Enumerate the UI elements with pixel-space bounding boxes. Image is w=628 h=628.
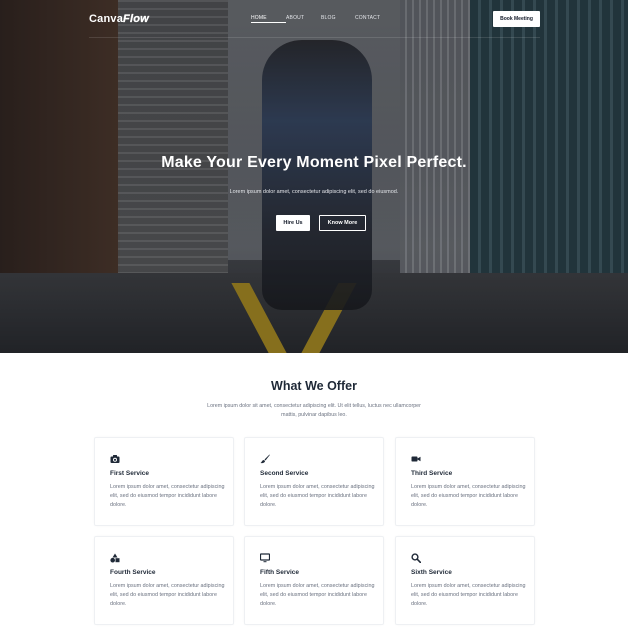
service-description: Lorem ipsum dolor amet, consectetur adip… bbox=[411, 484, 526, 508]
brand-name-main: Canva bbox=[89, 13, 124, 25]
service-title: Second Service bbox=[260, 470, 309, 477]
nav-link-blog[interactable]: BLOG bbox=[321, 15, 355, 23]
service-card-fourth[interactable]: Fourth Service Lorem ipsum dolor amet, c… bbox=[94, 536, 234, 625]
know-more-button[interactable]: Know More bbox=[319, 215, 366, 231]
service-card-third[interactable]: Third Service Lorem ipsum dolor amet, co… bbox=[395, 437, 535, 526]
offer-section-description: Lorem ipsum dolor sit amet, consectetur … bbox=[207, 403, 421, 418]
hero-section: CanvaFlow HOME ABOUT BLOG CONTACT Book M… bbox=[0, 0, 628, 353]
hero-overlay bbox=[0, 0, 628, 353]
camera-icon bbox=[110, 455, 120, 463]
service-description: Lorem ipsum dolor amet, consectetur adip… bbox=[260, 583, 375, 607]
main-menu: HOME ABOUT BLOG CONTACT bbox=[251, 15, 395, 23]
nav-link-about[interactable]: ABOUT bbox=[286, 15, 321, 23]
video-icon bbox=[411, 456, 421, 462]
service-card-first[interactable]: First Service Lorem ipsum dolor amet, co… bbox=[94, 437, 234, 526]
service-card-sixth[interactable]: Sixth Service Lorem ipsum dolor amet, co… bbox=[395, 536, 535, 625]
service-description: Lorem ipsum dolor amet, consectetur adip… bbox=[411, 583, 526, 607]
brand-name-accent: Flow bbox=[123, 13, 149, 25]
top-navbar: CanvaFlow HOME ABOUT BLOG CONTACT Book M… bbox=[0, 0, 628, 38]
service-card-fifth[interactable]: Fifth Service Lorem ipsum dolor amet, co… bbox=[244, 536, 384, 625]
hero-subtitle: Lorem ipsum dolor amet, consectetur adip… bbox=[229, 189, 399, 195]
book-meeting-button[interactable]: Book Meeting bbox=[493, 11, 540, 27]
service-description: Lorem ipsum dolor amet, consectetur adip… bbox=[110, 484, 225, 508]
monitor-icon bbox=[260, 553, 270, 563]
hero-buttons: Hire Us Know More bbox=[276, 215, 366, 231]
nav-link-home[interactable]: HOME bbox=[251, 15, 286, 23]
brand-logo[interactable]: CanvaFlow bbox=[89, 13, 149, 25]
service-description: Lorem ipsum dolor amet, consectetur adip… bbox=[260, 484, 375, 508]
service-title: First Service bbox=[110, 470, 150, 477]
brush-icon bbox=[260, 454, 270, 464]
service-title: Third Service bbox=[411, 470, 453, 477]
service-description: Lorem ipsum dolor amet, consectetur adip… bbox=[110, 583, 225, 607]
offer-section-title: What We Offer bbox=[271, 379, 357, 393]
nav-link-contact[interactable]: CONTACT bbox=[355, 15, 395, 23]
hire-us-button[interactable]: Hire Us bbox=[276, 215, 310, 231]
service-title: Fifth Service bbox=[260, 569, 300, 576]
shapes-icon bbox=[110, 553, 120, 563]
service-title: Fourth Service bbox=[110, 569, 156, 576]
hero-title: Make Your Every Moment Pixel Perfect. bbox=[161, 154, 467, 171]
service-card-second[interactable]: Second Service Lorem ipsum dolor amet, c… bbox=[244, 437, 384, 526]
service-title: Sixth Service bbox=[411, 569, 452, 576]
search-icon bbox=[411, 553, 421, 563]
navbar-divider bbox=[89, 37, 540, 38]
